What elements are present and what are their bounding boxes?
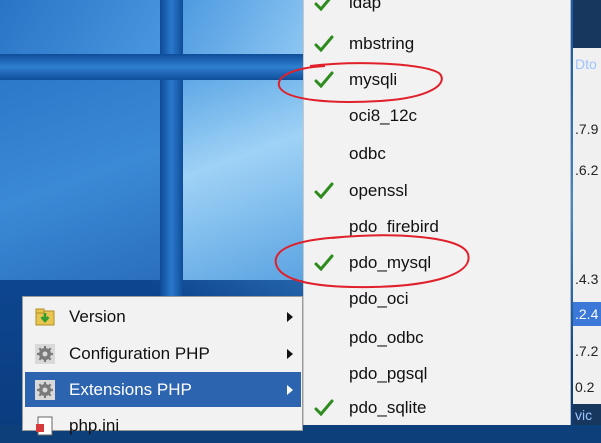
window-text-fragment: .2.4 <box>575 306 599 322</box>
submenu-item-label: pdo_pgsql <box>349 364 428 383</box>
menu-item-version[interactable]: Version <box>25 299 301 334</box>
checkmark-icon <box>314 71 334 89</box>
submenu-item-label: mysqli <box>349 70 398 89</box>
menu-item-extensions-php[interactable]: Extensions PHP <box>25 372 301 407</box>
menu-item-label: Extensions PHP <box>69 380 192 399</box>
submenu-item-pdo_mysql[interactable]: pdo_mysql <box>304 246 570 280</box>
window-text-fragment: .7.9 <box>575 121 599 137</box>
window-text-fragment: vic <box>575 407 593 423</box>
window-logo-pane <box>0 80 160 280</box>
gear-icon <box>35 380 55 400</box>
submenu-item-pdo_sqlite[interactable]: pdo_sqlite <box>304 391 570 425</box>
extensions-submenu: ldap mbstring mysqli oci8_12c odbc opens… <box>303 0 571 425</box>
submenu-item-pdo_firebird[interactable]: pdo_firebird <box>304 210 570 244</box>
submenu-item-mysqli[interactable]: mysqli <box>304 63 570 97</box>
submenu-item-odbc[interactable]: odbc <box>304 137 570 171</box>
submenu-item-pdo_odbc[interactable]: pdo_odbc <box>304 321 570 355</box>
window-logo-pane <box>0 0 160 54</box>
submenu-arrow-icon <box>287 385 293 395</box>
menu-item-label: Version <box>69 307 126 326</box>
gear-icon <box>35 344 55 364</box>
checkmark-icon <box>314 399 334 417</box>
folder-arrow-icon <box>35 308 55 326</box>
window-text-fragment: .4.3 <box>575 271 599 287</box>
window-text-fragment: .7.2 <box>575 343 599 359</box>
checkmark-icon <box>314 0 331 12</box>
window-text-fragment: .6.2 <box>575 162 599 178</box>
document-icon <box>36 416 53 436</box>
menu-item-label: Configuration PHP <box>69 344 210 363</box>
submenu-item-label: odbc <box>349 144 386 163</box>
checkmark-icon <box>314 182 334 200</box>
checkmark-icon <box>314 254 334 272</box>
submenu-item-label: pdo_oci <box>349 289 409 308</box>
submenu-arrow-icon <box>287 349 293 359</box>
submenu-item-label: mbstring <box>349 34 415 53</box>
menu-item-label: php.ini <box>69 416 120 435</box>
submenu-item-label: pdo_mysql <box>349 253 432 272</box>
window-logo-pane <box>183 0 303 54</box>
submenu-item-label: oci8_12c <box>349 106 418 125</box>
menu-item-configuration-php[interactable]: Configuration PHP <box>25 336 301 371</box>
submenu-item-mbstring[interactable]: mbstring <box>304 27 570 61</box>
submenu-item-label: pdo_sqlite <box>349 398 427 417</box>
submenu-item-oci8_12c[interactable]: oci8_12c <box>304 99 570 133</box>
submenu-item-openssl[interactable]: openssl <box>304 174 570 208</box>
submenu-item-pdo_pgsql[interactable]: pdo_pgsql <box>304 357 570 391</box>
checkmark-icon <box>314 35 334 53</box>
window-logo-frame <box>0 54 303 80</box>
submenu-arrow-icon <box>287 312 293 322</box>
submenu-item-label: pdo_firebird <box>349 217 439 236</box>
submenu-item-label: pdo_odbc <box>349 328 424 347</box>
submenu-item-ldap[interactable]: ldap <box>304 0 570 20</box>
window-text-fragment: Dto <box>575 56 597 72</box>
submenu-item-pdo_oci[interactable]: pdo_oci <box>304 282 570 316</box>
submenu-item-label: ldap <box>349 0 382 12</box>
menu-item-php-ini[interactable]: php.ini <box>25 408 301 443</box>
background-window-header <box>573 0 601 48</box>
window-text-fragment: 0.2 <box>575 379 595 395</box>
context-menu: Version Configuration PHP Extensions PHP… <box>22 296 303 436</box>
background-window: Dto .7.9 .6.2 .4.3 .2.4 .7.2 0.2 vic <box>573 0 601 425</box>
window-logo-pane <box>183 80 303 280</box>
submenu-item-label: openssl <box>349 181 408 200</box>
